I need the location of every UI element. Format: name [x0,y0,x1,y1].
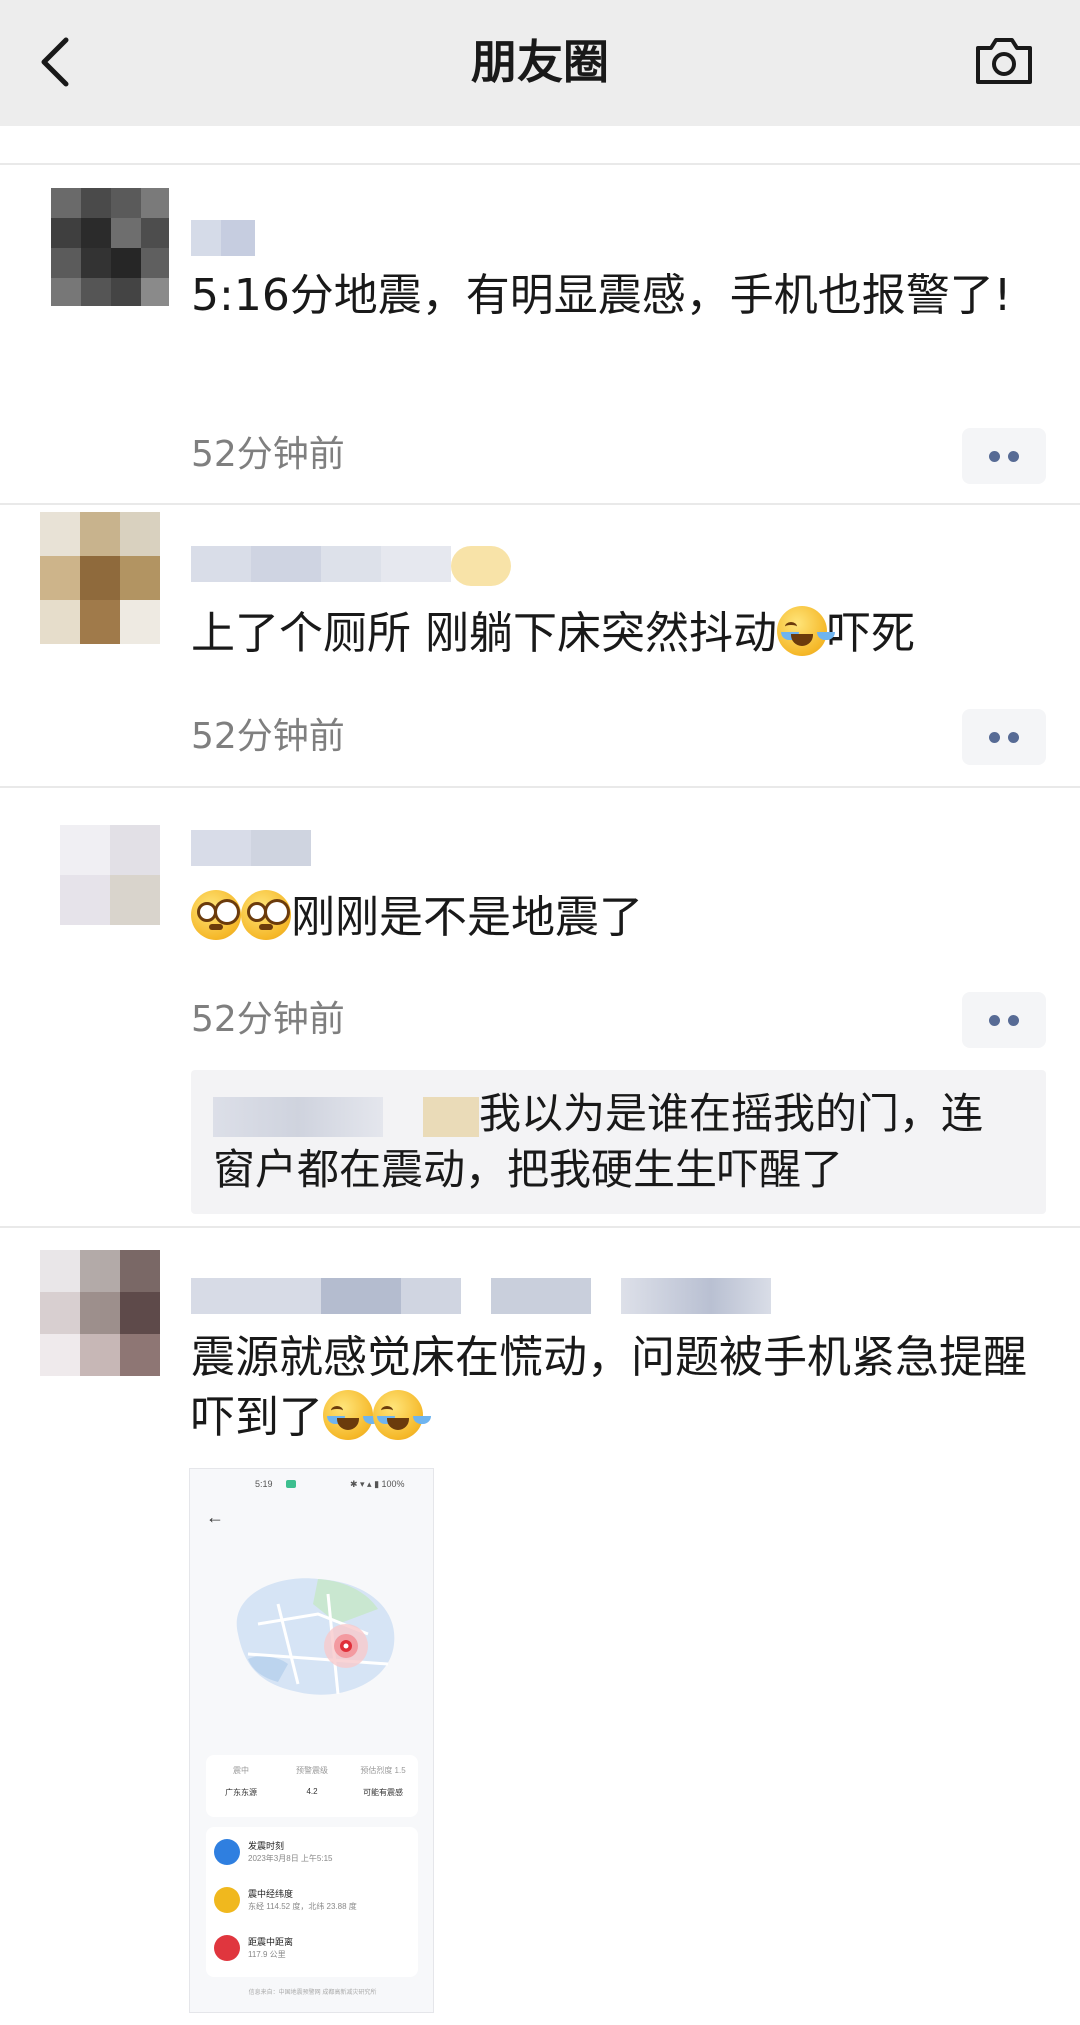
crying-laughing-emoji [777,606,827,656]
divider [0,786,1080,788]
crying-laughing-emoji [373,1390,423,1440]
more-button[interactable] [962,709,1046,765]
image-footer: 信息来自：中国地震预警网 成都高新减灾研究所 [248,1990,377,1996]
avatar[interactable] [40,512,160,644]
camera-icon[interactable] [974,34,1034,88]
divider [0,503,1080,505]
status-icons: ✱ ▾ ▴ ▮ 100% [350,1479,405,1489]
more-button[interactable] [962,992,1046,1048]
post-text: 震源就感觉床在慌动，问题被手机紧急提醒吓到了 [191,1332,1027,1443]
globe-icon [214,1887,240,1913]
commenter-name[interactable] [213,1096,383,1137]
post-text: 5:16分地震，有明显震感，手机也报警了! [191,270,1012,321]
stats-card: 震中 预警震级 预估烈度 1.5 广东东源 4.2 可能有震感 [206,1755,418,1817]
post-time: 52分钟前 [191,716,345,757]
more-button[interactable] [962,428,1046,484]
flushed-emoji [241,890,291,940]
status-time: 5:19 [255,1479,273,1489]
flushed-emoji [191,890,241,940]
post-image[interactable]: 5:19 ✱ ▾ ▴ ▮ 100% ← 震中 预警震级 预估烈度 1.5 广东东… [189,1468,434,2013]
top-bar: 朋友圈 [0,0,1080,126]
divider [0,1226,1080,1228]
avatar[interactable] [51,188,169,306]
divider [0,163,1080,165]
avatar[interactable] [60,825,160,925]
comment[interactable]: 我以为是谁在摇我的门，连窗户都在震动，把我硬生生吓醒了 [191,1070,1046,1214]
post-text: 刚刚是不是地震了 [191,888,1031,948]
clock-icon [214,1839,240,1865]
post-text: 上了个厕所 刚躺下床突然抖动 吓死 [191,606,915,659]
page-title: 朋友圈 [471,35,609,89]
post-time: 52分钟前 [191,434,345,475]
post-time: 52分钟前 [191,999,345,1040]
avatar[interactable] [40,1250,160,1376]
info-card: 发震时刻 2023年3月8日 上午5:15 震中经纬度 东经 114.52 度，… [206,1827,418,1977]
app-badge-icon [286,1480,296,1488]
back-arrow-icon: ← [206,1507,224,1527]
target-icon [214,1935,240,1961]
crying-laughing-emoji [323,1390,373,1440]
epicenter-map [236,1578,395,1695]
